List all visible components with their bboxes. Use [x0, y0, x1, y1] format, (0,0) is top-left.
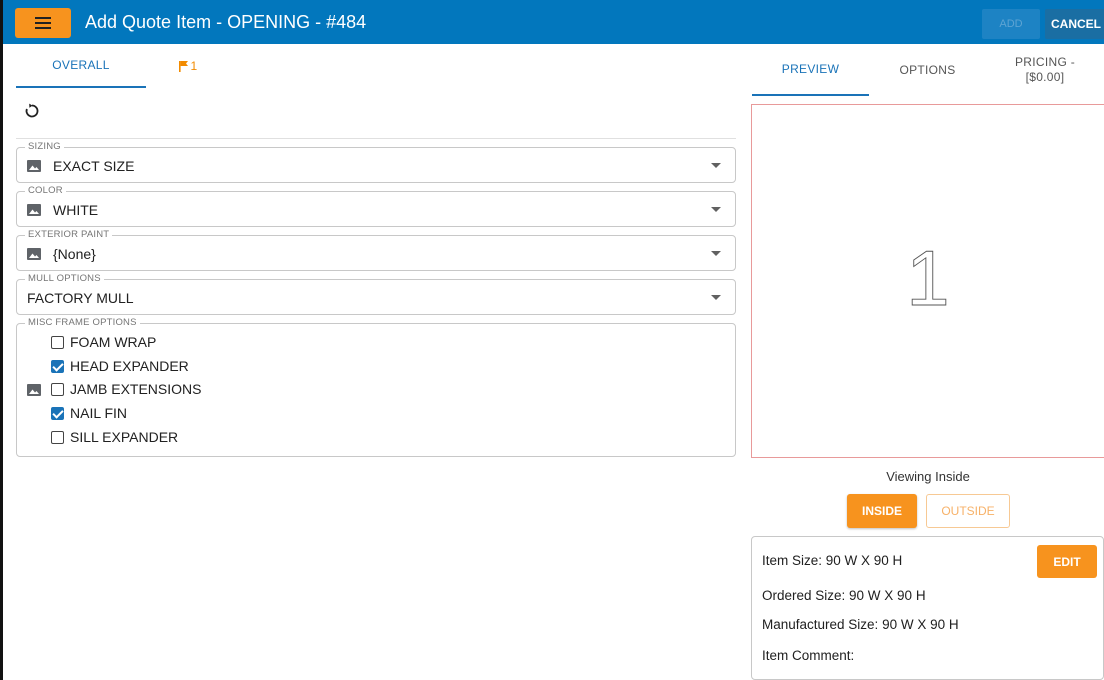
window-edge: [0, 44, 3, 680]
refresh-button[interactable]: [24, 103, 40, 124]
divider: [16, 138, 736, 139]
option-label: SILL EXPANDER: [70, 429, 179, 445]
tab-options[interactable]: OPTIONS: [869, 44, 986, 96]
item-info-panel: Item Size: 90 W X 90 H EDIT Ordered Size…: [751, 536, 1104, 680]
checkbox-checked-icon: [51, 359, 64, 373]
tab-overall[interactable]: OVERALL: [16, 44, 146, 88]
chevron-down-icon: [711, 295, 721, 300]
color-value: WHITE: [53, 202, 99, 218]
color-select[interactable]: COLOR WHITE: [16, 185, 736, 227]
tab-preview[interactable]: PREVIEW: [752, 44, 869, 96]
tab-flags[interactable]: 1: [148, 44, 228, 88]
flag-icon: [178, 60, 188, 72]
chevron-down-icon: [711, 163, 721, 168]
manufactured-size: Manufactured Size: 90 W X 90 H: [762, 617, 959, 632]
color-label: COLOR: [25, 185, 66, 196]
cancel-button[interactable]: CANCEL: [1045, 9, 1104, 39]
mull-options-select[interactable]: MULL OPTIONS FACTORY MULL: [16, 273, 736, 315]
checkbox-checked-icon: [51, 406, 64, 420]
edit-button[interactable]: EDIT: [1037, 545, 1097, 578]
preview-canvas: 1: [751, 104, 1104, 458]
viewing-label: Viewing Inside: [886, 469, 970, 484]
chevron-down-icon: [711, 251, 721, 256]
ordered-size: Ordered Size: 90 W X 90 H: [762, 588, 926, 603]
head-expander-checkbox[interactable]: HEAD EXPANDER: [51, 358, 189, 374]
mull-options-label: MULL OPTIONS: [25, 273, 104, 284]
item-size: Item Size: 90 W X 90 H: [762, 553, 903, 568]
svg-text:1: 1: [906, 241, 949, 321]
sill-expander-checkbox[interactable]: SILL EXPANDER: [51, 429, 178, 445]
exterior-paint-select[interactable]: EXTERIOR PAINT {None}: [16, 229, 736, 271]
flag-count: 1: [190, 59, 198, 73]
tab-pricing[interactable]: PRICING - [$0.00]: [986, 44, 1104, 96]
exterior-paint-label: EXTERIOR PAINT: [25, 229, 113, 240]
menu-button[interactable]: [15, 8, 71, 38]
mull-options-value: FACTORY MULL: [27, 290, 134, 306]
image-icon[interactable]: [27, 384, 41, 396]
checkbox-unchecked-icon: [51, 382, 64, 396]
preview-number-graphic: 1: [906, 241, 950, 321]
jamb-extensions-checkbox[interactable]: JAMB EXTENSIONS: [51, 381, 201, 397]
preview-number: 1: [752, 105, 1104, 457]
checkbox-unchecked-icon: [51, 430, 64, 444]
pricing-label: PRICING -: [1014, 55, 1076, 69]
hamburger-icon: [35, 17, 51, 29]
image-icon: [27, 160, 41, 172]
option-label: JAMB EXTENSIONS: [70, 381, 202, 397]
misc-frame-options-label: MISC FRAME OPTIONS: [25, 317, 140, 328]
app-header: Add Quote Item - OPENING - #484 ADD CANC…: [0, 0, 1104, 44]
misc-frame-options-group: MISC FRAME OPTIONS FOAM WRAP HEAD EXPAND…: [16, 317, 736, 457]
image-icon: [27, 248, 41, 260]
item-comment: Item Comment:: [762, 648, 855, 663]
sizing-select[interactable]: SIZING EXACT SIZE: [16, 141, 736, 183]
pricing-value: [$0.00]: [1025, 70, 1065, 84]
chevron-down-icon: [711, 207, 721, 212]
option-label: HEAD EXPANDER: [70, 358, 189, 374]
nail-fin-checkbox[interactable]: NAIL FIN: [51, 405, 127, 421]
page-title: Add Quote Item - OPENING - #484: [85, 12, 367, 32]
option-label: NAIL FIN: [70, 405, 128, 421]
exterior-paint-value: {None}: [53, 246, 96, 262]
inside-button[interactable]: INSIDE: [847, 494, 917, 528]
add-button[interactable]: ADD: [982, 9, 1040, 39]
outside-button[interactable]: OUTSIDE: [926, 494, 1010, 528]
foam-wrap-checkbox[interactable]: FOAM WRAP: [51, 334, 156, 350]
sizing-label: SIZING: [25, 141, 64, 152]
sizing-value: EXACT SIZE: [53, 158, 135, 174]
checkbox-unchecked-icon: [51, 335, 64, 349]
option-label: FOAM WRAP: [70, 334, 157, 350]
image-icon: [27, 204, 41, 216]
refresh-icon: [25, 103, 39, 118]
